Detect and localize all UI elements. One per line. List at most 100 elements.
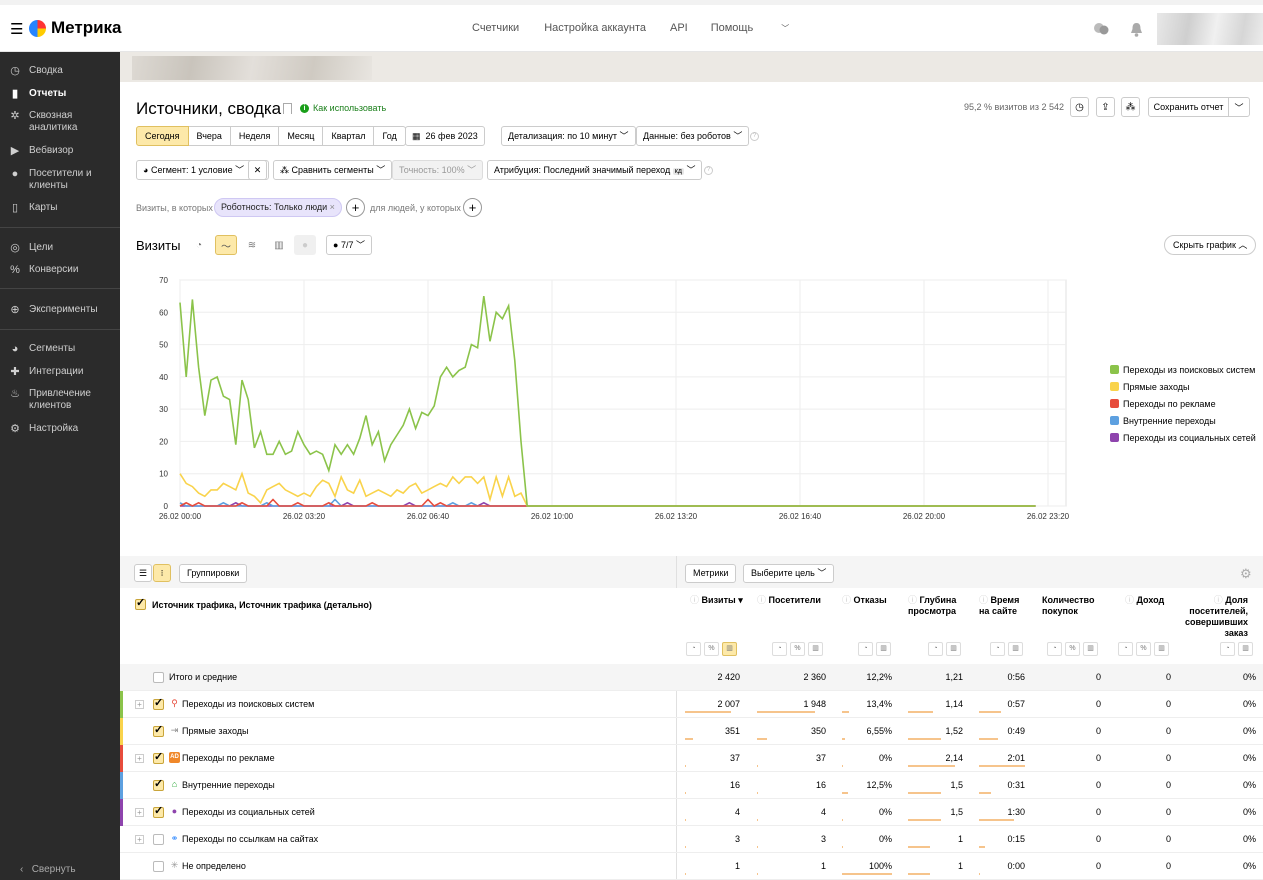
row-checkbox[interactable] (153, 696, 164, 710)
expand-row-icon[interactable]: + (135, 754, 144, 763)
sidebar-item-integrations[interactable]: ✚ Интеграции (9, 366, 83, 378)
table-row[interactable]: ✳ Не определено 1 1 100% 1 0:00 0 0 0% (120, 853, 1263, 880)
row-checkbox[interactable] (153, 750, 164, 764)
percent-icon[interactable]: % (704, 642, 719, 656)
period-quarter[interactable]: Квартал (323, 126, 375, 146)
robot-filter-tag[interactable]: Роботность: Только люди × (214, 198, 342, 217)
col-visits[interactable]: ⓘ Визиты ▾ (690, 595, 743, 606)
how-to-use-link[interactable]: i Как использовать (300, 103, 386, 113)
chart-type-line[interactable]: 〜 (215, 235, 237, 255)
table-settings-icon[interactable]: ⚙ (1240, 566, 1252, 582)
sidebar-item-acquisition[interactable]: ♨ Привлечение клиентов (9, 388, 109, 412)
sidebar-item-experiments[interactable]: ⊕ Эксперименты (9, 304, 97, 316)
percent-icon[interactable]: % (1136, 642, 1151, 656)
data-filter-dropdown[interactable]: Данные: без роботов ﹀ (636, 126, 750, 146)
chat-icon[interactable] (1093, 22, 1109, 36)
sidebar-item-webvisor[interactable]: ▶ Вебвизор (9, 145, 74, 157)
pie-icon[interactable]: ◔ (928, 642, 943, 656)
add-visit-condition-button[interactable]: + (346, 198, 365, 217)
clear-segment-button[interactable]: ✕ (248, 160, 267, 180)
nav-api[interactable]: API (670, 22, 688, 34)
close-icon[interactable]: × (330, 202, 335, 212)
list-view-button[interactable]: ☰ (134, 564, 152, 582)
sidebar-item-visitors[interactable]: ● Посетители и клиенты (9, 168, 109, 192)
col-purchases[interactable]: Количество покупок (1042, 595, 1098, 617)
share-button[interactable]: ⁂ (1121, 97, 1140, 117)
row-checkbox[interactable] (153, 834, 164, 845)
expand-row-icon[interactable]: + (135, 700, 144, 709)
compare-segments-dropdown[interactable]: ⁂ Сравнить сегменты ﹀ (273, 160, 393, 180)
period-year[interactable]: Год (374, 126, 406, 146)
expand-row-icon[interactable]: + (135, 808, 144, 817)
history-button[interactable]: ◷ (1070, 97, 1089, 117)
export-button[interactable]: ⇪ (1096, 97, 1115, 117)
percent-icon[interactable]: % (1065, 642, 1080, 656)
tree-view-button[interactable]: ⁝ (153, 564, 171, 582)
bar-chart-icon[interactable]: ▥ (808, 642, 823, 656)
sidebar-item-maps[interactable]: ▯ Карты (9, 202, 58, 214)
sidebar-item-segments[interactable]: ◕ Сегменты (9, 343, 76, 355)
metrics-button[interactable]: Метрики (685, 564, 737, 583)
collapse-sidebar-button[interactable]: ‹ Свернуть (20, 864, 76, 875)
row-label[interactable]: Не определено (182, 861, 246, 871)
percent-icon[interactable]: % (790, 642, 805, 656)
row-label[interactable]: Переходы из социальных сетей (182, 807, 315, 817)
goal-dropdown[interactable]: Выберите цель ﹀ (743, 564, 835, 583)
user-avatar[interactable] (1157, 13, 1263, 45)
help-icon[interactable]: ? (750, 132, 759, 141)
sidebar-item-goals[interactable]: ◎ Цели (9, 242, 53, 254)
table-row[interactable]: + ● Переходы из социальных сетей 4 4 0% 1,5 1:3… (120, 799, 1263, 826)
pie-icon[interactable]: ◔ (1118, 642, 1133, 656)
bar-chart-icon[interactable]: ▥ (876, 642, 891, 656)
hide-chart-button[interactable]: Скрыть график ︿ (1164, 235, 1257, 255)
chart-type-area[interactable]: ≋ (241, 235, 263, 255)
col-order-share[interactable]: ⓘ Доля посетителей, совершивших заказ (1182, 595, 1248, 639)
sidebar-item-reports[interactable]: ▮ Отчеты (9, 88, 66, 100)
table-row[interactable]: + ⚲ Переходы из поисковых систем 2 007 1 948… (120, 691, 1263, 718)
goals-dropdown[interactable]: ● 7/7 ﹀ (326, 235, 372, 255)
pie-icon[interactable]: ◔ (990, 642, 1005, 656)
save-report-button[interactable]: Сохранить отчет ﹀ (1148, 97, 1250, 117)
bar-chart-icon[interactable]: ▥ (1083, 642, 1098, 656)
legend-item[interactable]: Переходы из социальных сетей (1110, 429, 1256, 446)
col-depth[interactable]: ⓘ Глубина просмотра (908, 595, 958, 617)
pie-icon[interactable]: ◔ (858, 642, 873, 656)
select-all-checkbox[interactable] (135, 596, 146, 610)
bar-chart-icon[interactable]: ▥ (722, 642, 737, 656)
col-bounces[interactable]: ⓘ Отказы (842, 595, 887, 606)
legend-item[interactable]: Переходы из поисковых систем (1110, 361, 1256, 378)
pie-icon[interactable]: ◔ (1047, 642, 1062, 656)
row-label[interactable]: Переходы по рекламе (182, 753, 275, 763)
table-row[interactable]: ⌂ Внутренние переходы 16 16 12,5% 1,5 0:31 0 0 0% (120, 772, 1263, 799)
bar-chart-icon[interactable]: ▥ (1008, 642, 1023, 656)
total-row[interactable]: Итого и средние 2 420 2 360 12,2% 1,21 0:56 0 0… (120, 664, 1263, 691)
row-label[interactable]: Переходы из поисковых систем (182, 699, 314, 709)
chart-type-pie[interactable]: ◔ (188, 235, 210, 255)
pie-icon[interactable]: ◔ (686, 642, 701, 656)
sidebar-item-conversions[interactable]: % Конверсии (9, 264, 78, 276)
period-yesterday[interactable]: Вчера (188, 126, 231, 146)
table-row[interactable]: + ADПереходы по рекламе 37 37 0% 2,14 2:01 0 0 0% (120, 745, 1263, 772)
bar-chart-icon[interactable]: ▥ (1154, 642, 1169, 656)
row-label[interactable]: Прямые заходы (182, 726, 248, 736)
bell-icon[interactable] (1130, 22, 1143, 37)
row-checkbox[interactable] (153, 777, 164, 791)
legend-item[interactable]: Прямые заходы (1110, 378, 1256, 395)
accuracy-dropdown[interactable]: Точность: 100% ﹀ (392, 160, 484, 180)
row-checkbox[interactable] (153, 672, 164, 683)
row-checkbox[interactable] (153, 723, 164, 737)
legend-item[interactable]: Внутренние переходы (1110, 412, 1256, 429)
help-icon[interactable]: ? (704, 166, 713, 175)
period-month[interactable]: Месяц (279, 126, 324, 146)
sampling-info[interactable]: 95,2 % визитов из 2 542 (964, 102, 1064, 112)
table-row[interactable]: ⇥Прямые заходы 351 350 6,55% 1,52 0:49 0 0 0% (120, 718, 1263, 745)
sidebar-item-settings[interactable]: ⚙ Настройка (9, 423, 78, 435)
sidebar-item-crossanalytics[interactable]: ✲ Сквозная аналитика (9, 110, 109, 134)
bar-chart-icon[interactable]: ▥ (1238, 642, 1253, 656)
groupings-button[interactable]: Группировки (179, 564, 248, 583)
legend-item[interactable]: Переходы по рекламе (1110, 395, 1256, 412)
nav-help[interactable]: Помощь ﹀ (711, 22, 814, 34)
expand-row-icon[interactable]: + (135, 835, 144, 844)
chevron-down-icon[interactable]: ﹀ (1229, 101, 1249, 114)
logo[interactable]: Метрика (29, 18, 122, 38)
